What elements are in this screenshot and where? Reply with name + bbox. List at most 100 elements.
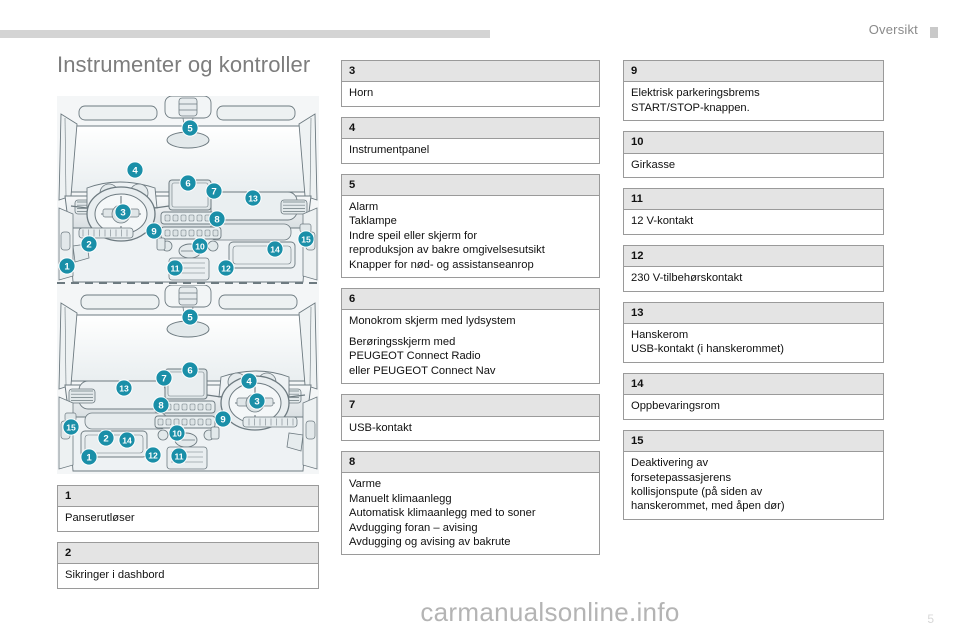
- legend-number: 14: [623, 372, 884, 395]
- table-row: 10: [623, 131, 884, 153]
- legend-number: 5: [341, 173, 600, 196]
- legend-description-line: USB-kontakt: [349, 421, 412, 434]
- legend-number: 8: [341, 450, 600, 473]
- callout-number: 12: [148, 450, 158, 460]
- legend-description-line: Horn: [349, 87, 374, 100]
- callout-number: 2: [86, 239, 91, 250]
- legend-number: 10: [623, 131, 884, 153]
- callout-number: 5: [187, 123, 193, 134]
- table-row: USB-kontakt: [341, 415, 600, 441]
- callout-number: 13: [248, 193, 258, 203]
- callout-badge-7: 7: [205, 182, 223, 200]
- legend-description-line: Varme: [349, 478, 382, 491]
- callout-badge-9: 9: [214, 410, 232, 428]
- table-row: 12 V-kontakt: [623, 209, 884, 235]
- legend-table: 10 Girkasse: [623, 131, 884, 179]
- callout-number: 1: [64, 261, 70, 272]
- legend-description-line: Deaktivering av: [631, 457, 709, 470]
- callout-badge-1: 1: [80, 448, 98, 466]
- callout-badge-4: 4: [240, 372, 258, 390]
- legend-number: 13: [623, 301, 884, 324]
- callout-badge-7: 7: [155, 369, 173, 387]
- table-row: Monokrom skjerm med lydsystem Berøringssk…: [341, 309, 600, 385]
- legend-table: 8 Varme Manuelt klimaanlegg Automatisk klim…: [341, 450, 600, 556]
- callout-number: 8: [158, 400, 164, 411]
- legend-table: 15 Deaktivering av forsetepassasjerens koll…: [623, 429, 884, 520]
- callout-badge-6: 6: [179, 174, 197, 192]
- callout-badge-14: 14: [118, 431, 136, 449]
- callout-badge-9: 9: [145, 222, 163, 240]
- legend-description: Deaktivering av forsetepassasjerens kollis…: [623, 451, 884, 520]
- legend-description-line: 12 V-kontakt: [631, 215, 694, 228]
- callout-number: 9: [220, 414, 225, 425]
- legend-group-right: 9 Elektrisk parkeringsbrems START/STOP-kna…: [623, 60, 884, 520]
- table-row: Oppbevaringsrom: [623, 394, 884, 420]
- left-column: 1 2 3 4 5 6 7 8 9 10 11 12 13 14 15 1 2 3 4 5 6 7 8 9 10 11 12 13 1…: [57, 96, 319, 599]
- table-row: Instrumentpanel: [341, 138, 600, 164]
- legend-description-line: Hanskerom: [631, 329, 689, 342]
- table-row: Varme Manuelt klimaanlegg Automatisk klima…: [341, 472, 600, 556]
- table-row: 9: [623, 60, 884, 82]
- callout-number: 12: [221, 263, 231, 273]
- legend-table: 9 Elektrisk parkeringsbrems START/STOP-kna…: [623, 60, 884, 122]
- callout-number: 7: [161, 373, 166, 384]
- table-row: Girkasse: [623, 152, 884, 179]
- callout-badge-15: 15: [62, 418, 80, 436]
- legend-description-line: Instrumentpanel: [349, 144, 430, 157]
- callout-number: 8: [214, 214, 220, 225]
- right-column: 9 Elektrisk parkeringsbrems START/STOP-kna…: [623, 60, 884, 530]
- table-row: 4: [341, 116, 600, 139]
- callout-badge-5: 5: [181, 119, 199, 137]
- legend-number: 7: [341, 394, 600, 416]
- legend-description-line: reproduksjon av bakre omgivelsesutsikt: [349, 244, 545, 257]
- legend-description-line: Elektrisk parkeringsbrems: [631, 87, 760, 100]
- legend-description-line: Oppbevaringsrom: [631, 400, 720, 413]
- legend-description: Sikringer i dashbord: [57, 563, 319, 589]
- table-row: Horn: [341, 81, 600, 107]
- legend-description-line: Girkasse: [631, 158, 676, 171]
- callout-number: 6: [185, 178, 190, 189]
- legend-table: 5 Alarm Taklampe Indre speil eller skjerm f…: [341, 173, 600, 279]
- legend-group-left: 1 Panserutløser 2 Sikringer i dashbord: [57, 485, 319, 589]
- legend-table: 14 Oppbevaringsrom: [623, 372, 884, 420]
- table-row: 6: [341, 288, 600, 310]
- legend-table: 12 230 V-tilbehørskontakt: [623, 244, 884, 292]
- callout-number: 11: [174, 451, 183, 461]
- callout-number: 9: [151, 226, 156, 237]
- table-row: Deaktivering av forsetepassasjerens kollis…: [623, 451, 884, 520]
- callout-badge-5: 5: [181, 308, 199, 326]
- callout-number: 6: [187, 365, 192, 376]
- legend-table: 3 Horn: [341, 60, 600, 107]
- legend-number: 15: [623, 429, 884, 452]
- legend-description: Instrumentpanel: [341, 138, 600, 164]
- section-marker-icon: [930, 27, 938, 38]
- callout-badge-2: 2: [97, 429, 115, 447]
- legend-description-line: Panserutløser: [65, 512, 135, 525]
- legend-table: 2 Sikringer i dashbord: [57, 541, 319, 589]
- callout-number: 4: [132, 165, 138, 176]
- legend-number: 2: [57, 541, 319, 564]
- legend-description-line: forsetepassasjerens: [631, 471, 732, 484]
- table-row: Elektrisk parkeringsbrems START/STOP-knap…: [623, 81, 884, 122]
- table-row: 8: [341, 450, 600, 473]
- callout-number: 15: [66, 422, 76, 432]
- header-accent-bar: [0, 30, 490, 38]
- callout-number: 7: [211, 186, 216, 197]
- legend-group-middle: 3 Horn 4 Instrumentpanel 5 Alarm Taklampe Indre…: [341, 60, 600, 556]
- legend-description-line: Indre speil eller skjerm for: [349, 229, 478, 242]
- table-row: 15: [623, 429, 884, 452]
- legend-number: 9: [623, 60, 884, 82]
- callout-badge-3: 3: [248, 392, 266, 410]
- callout-number: 2: [103, 433, 108, 444]
- legend-description-line: Knapper for nød- og assistanseanrop: [349, 258, 534, 271]
- legend-description-line: USB-kontakt (i hanskerommet): [631, 343, 784, 356]
- table-row: 2: [57, 541, 319, 564]
- legend-description-line: Automatisk klimaanlegg med to soner: [349, 507, 536, 520]
- callout-badge-4: 4: [126, 161, 144, 179]
- legend-description: Monokrom skjerm med lydsystem Berøringssk…: [341, 309, 600, 385]
- callout-badge-10: 10: [168, 424, 186, 442]
- callout-number: 10: [195, 241, 205, 251]
- legend-number: 1: [57, 485, 319, 507]
- legend-description-line: kollisjonspute (på siden av: [631, 485, 763, 498]
- table-row: Sikringer i dashbord: [57, 563, 319, 589]
